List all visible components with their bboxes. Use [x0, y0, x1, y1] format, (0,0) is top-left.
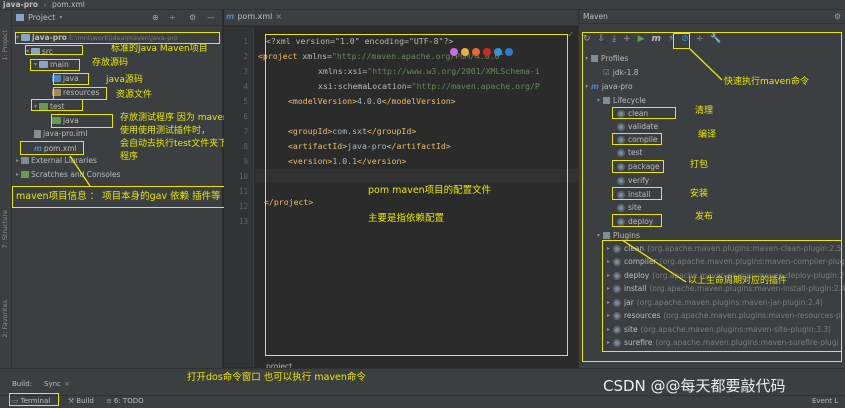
- todo-tab[interactable]: ≡ 6: TODO: [106, 397, 144, 405]
- build-label: Build:: [12, 380, 32, 388]
- annotation-arrows: [59, 48, 723, 393]
- build-tab[interactable]: ⚒ Build: [68, 397, 94, 405]
- sync-close-icon[interactable]: ×: [64, 380, 70, 388]
- hammer-icon: ⚒: [68, 397, 75, 405]
- terminal-icon: ▭: [12, 397, 19, 405]
- list-icon: ≡: [106, 397, 112, 405]
- sync-tab[interactable]: Sync: [44, 380, 61, 388]
- terminal-tab[interactable]: ▭ Terminal: [12, 397, 50, 405]
- event-log-tab[interactable]: Event L: [812, 397, 838, 405]
- annotation-dos: 打开dos命令窗口 也可以执行 maven命令: [187, 372, 366, 383]
- watermark: CSDN @@每天都要敲代码: [603, 377, 786, 395]
